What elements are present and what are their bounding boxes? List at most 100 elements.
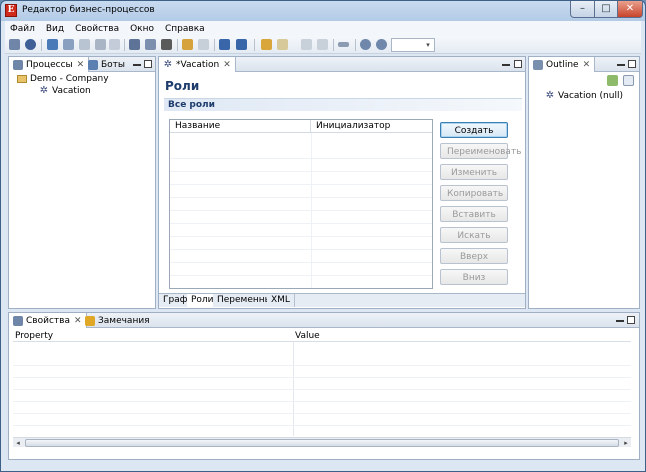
tab-bots-label: Боты xyxy=(101,59,126,70)
warning-icon xyxy=(85,315,95,326)
properties-icon xyxy=(13,315,23,326)
move-up-button[interactable]: Вверх xyxy=(440,248,508,264)
column-header-property[interactable]: Property xyxy=(15,331,53,341)
tab-vacation-label: *Vacation xyxy=(176,59,220,70)
redo-icon[interactable] xyxy=(198,39,209,50)
properties-table-header: Property Value xyxy=(13,330,631,342)
process-gear-icon: ✲ xyxy=(39,85,49,96)
close-button[interactable]: ✕ xyxy=(617,1,643,18)
roles-table[interactable]: Название Инициализатор xyxy=(169,119,433,289)
tab-vacation[interactable]: ✲ *Vacation ✕ xyxy=(159,57,236,72)
tree-item-vacation-label: Vacation xyxy=(52,86,91,96)
tab-properties[interactable]: Свойства ✕ xyxy=(9,313,87,328)
maximize-view-icon[interactable] xyxy=(144,60,152,68)
minimize-view-icon[interactable] xyxy=(617,64,625,66)
create-button[interactable]: Создать xyxy=(440,122,508,138)
minimize-view-icon[interactable] xyxy=(616,320,624,322)
scroll-right-icon[interactable]: ▸ xyxy=(621,438,631,448)
bots-icon xyxy=(88,59,98,70)
cut-icon[interactable] xyxy=(277,39,288,50)
maximize-button[interactable]: □ xyxy=(594,1,618,18)
editor-bottom-tabs: Граф Роли Переменные XML xyxy=(159,293,525,307)
outline-show-icon[interactable] xyxy=(607,75,618,86)
tab-problems[interactable]: Замечания xyxy=(81,313,154,328)
new-process-icon[interactable] xyxy=(9,39,20,50)
process-gear-icon: ✲ xyxy=(163,58,173,70)
distribute-icon[interactable] xyxy=(236,39,247,50)
processes-panel: Процессы ✕ Боты Demo - Company ✲ Vacatio… xyxy=(8,56,156,309)
editor-panel: ✲ *Vacation ✕ Роли Все роли Название Ини… xyxy=(158,56,526,309)
zoom-in-icon[interactable] xyxy=(376,39,387,50)
horizontal-scrollbar[interactable]: ◂ ▸ xyxy=(13,437,631,447)
align-icon[interactable] xyxy=(219,39,230,50)
tab-outline-label: Outline xyxy=(546,59,579,70)
outline-panel: Outline ✕ ✲ Vacation (null) xyxy=(528,56,640,309)
maximize-view-icon[interactable] xyxy=(627,316,635,324)
minimize-view-icon[interactable] xyxy=(502,64,510,66)
menu-file[interactable]: Файл xyxy=(5,24,41,34)
properties-panel: Свойства ✕ Замечания Property Value ◂ ▸ xyxy=(8,312,640,460)
column-header-name[interactable]: Название xyxy=(170,120,311,133)
check-icon[interactable] xyxy=(261,39,272,50)
column-header-initializer[interactable]: Инициализатор xyxy=(311,120,432,133)
process-gear-icon: ✲ xyxy=(545,90,555,101)
properties-tab-row: Свойства ✕ Замечания xyxy=(9,313,639,328)
minimize-button[interactable]: – xyxy=(570,1,595,18)
processes-tab-row: Процессы ✕ Боты xyxy=(9,57,155,72)
tab-xml[interactable]: XML xyxy=(267,294,295,307)
zoom-combo[interactable]: ▾ xyxy=(391,38,435,52)
copy-process-icon[interactable] xyxy=(109,39,120,50)
menu-properties[interactable]: Свойства xyxy=(70,24,125,34)
tab-problems-label: Замечания xyxy=(98,315,150,326)
outline-item-label: Vacation (null) xyxy=(558,91,623,101)
save-all-icon[interactable] xyxy=(145,39,156,50)
move-down-button[interactable]: Вниз xyxy=(440,269,508,285)
zoom-out-icon[interactable] xyxy=(360,39,371,50)
scrollbar-thumb[interactable] xyxy=(25,439,619,447)
import-icon[interactable] xyxy=(47,39,58,50)
section-header: Все роли xyxy=(164,98,522,111)
outline-tab-row: Outline ✕ xyxy=(529,57,639,72)
paste-button[interactable]: Вставить xyxy=(440,206,508,222)
new-subprocess-icon[interactable] xyxy=(25,39,36,50)
outline-item-vacation[interactable]: ✲ Vacation (null) xyxy=(545,90,623,102)
close-icon[interactable]: ✕ xyxy=(223,60,231,70)
outline-tree-icon[interactable] xyxy=(623,75,634,86)
maximize-view-icon[interactable] xyxy=(514,60,522,68)
copy-button[interactable]: Копировать xyxy=(440,185,508,201)
save-icon[interactable] xyxy=(129,39,140,50)
rename-button[interactable]: Переименовать xyxy=(440,143,522,159)
search-button[interactable]: Искать xyxy=(440,227,508,243)
title-bar: E Редактор бизнес-процессов – □ ✕ xyxy=(1,1,645,21)
menu-window[interactable]: Окно xyxy=(125,24,160,34)
toolbar: ▾ xyxy=(5,36,641,54)
export-icon[interactable] xyxy=(63,39,74,50)
copy-icon[interactable] xyxy=(301,39,312,50)
refresh-icon[interactable] xyxy=(95,39,106,50)
tab-bots[interactable]: Боты xyxy=(84,57,129,72)
app-logo-icon: E xyxy=(5,4,17,17)
processes-icon xyxy=(13,59,23,70)
scroll-left-icon[interactable]: ◂ xyxy=(13,438,23,448)
window-title: Редактор бизнес-процессов xyxy=(22,5,155,15)
paste-icon[interactable] xyxy=(317,39,328,50)
tab-processes[interactable]: Процессы ✕ xyxy=(9,57,90,72)
tab-properties-label: Свойства xyxy=(26,315,70,326)
edit-button[interactable]: Изменить xyxy=(440,164,508,180)
chevron-down-icon: ▾ xyxy=(426,41,430,49)
deploy-icon[interactable] xyxy=(79,39,90,50)
tree-item-vacation[interactable]: ✲ Vacation xyxy=(39,85,91,97)
tree-item-company[interactable]: Demo - Company xyxy=(17,74,109,84)
close-icon[interactable]: ✕ xyxy=(583,60,591,70)
menu-help[interactable]: Справка xyxy=(160,24,211,34)
editor-tab-row: ✲ *Vacation ✕ xyxy=(159,57,525,72)
maximize-view-icon[interactable] xyxy=(628,60,636,68)
column-header-value[interactable]: Value xyxy=(295,331,320,341)
delete-icon[interactable] xyxy=(161,39,172,50)
outline-icon xyxy=(533,59,543,70)
minimize-view-icon[interactable] xyxy=(133,64,141,66)
zoom-fit-icon[interactable] xyxy=(338,42,349,47)
tab-outline[interactable]: Outline ✕ xyxy=(529,57,596,72)
menu-view[interactable]: Вид xyxy=(41,24,70,34)
undo-icon[interactable] xyxy=(182,39,193,50)
